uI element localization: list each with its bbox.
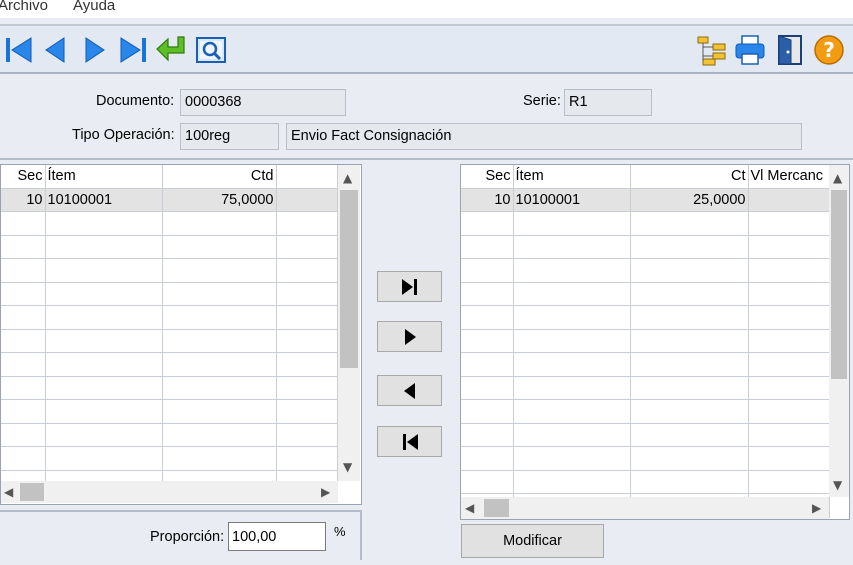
- table-row[interactable]: [461, 352, 830, 377]
- documento-label: Documento:: [96, 93, 175, 109]
- print-icon[interactable]: [733, 33, 767, 67]
- accept-icon[interactable]: [154, 33, 188, 67]
- proportion-label: Proporción:: [150, 529, 225, 545]
- cell-sec[interactable]: 10: [1, 188, 46, 212]
- preview-icon[interactable]: [194, 33, 228, 67]
- serie-field[interactable]: R1: [564, 89, 652, 116]
- table-row[interactable]: [461, 399, 830, 424]
- tree-structure-icon[interactable]: [695, 33, 729, 67]
- right-horizontal-scroll-thumb[interactable]: [484, 499, 509, 517]
- cell-ctd[interactable]: 25,0000: [630, 188, 749, 212]
- previous-record-icon[interactable]: [38, 33, 72, 67]
- cell-item[interactable]: 10100001: [45, 188, 163, 212]
- table-row[interactable]: [1, 235, 338, 259]
- first-record-icon[interactable]: [2, 33, 36, 67]
- scroll-down-icon[interactable]: ▼: [833, 479, 842, 491]
- help-icon[interactable]: ?: [812, 33, 846, 67]
- right-grid-horizontal-scrollbar[interactable]: ◀ ▶: [461, 497, 829, 519]
- col-header-extra[interactable]: [276, 165, 338, 189]
- right-vertical-scroll-thumb[interactable]: [831, 190, 847, 379]
- serie-label: Serie:: [523, 93, 561, 109]
- col-header-ctd[interactable]: Ct: [630, 165, 749, 189]
- move-right-icon: [405, 329, 416, 345]
- table-row[interactable]: [1, 423, 338, 447]
- table-row[interactable]: [461, 305, 830, 330]
- table-row[interactable]: [461, 446, 830, 471]
- menu-archivo[interactable]: Archivo: [0, 0, 48, 14]
- table-row[interactable]: [1, 258, 338, 283]
- scroll-up-icon[interactable]: ▲: [343, 172, 352, 184]
- scroll-right-icon[interactable]: ▶: [812, 502, 821, 514]
- exit-door-icon[interactable]: [773, 33, 807, 67]
- right-items-grid[interactable]: Sec Ítem Ct Vl Mercanc 10 10100001 25,00…: [460, 164, 850, 520]
- move-all-left-button[interactable]: [377, 426, 442, 457]
- scroll-up-icon[interactable]: ▲: [833, 172, 842, 184]
- col-header-sec[interactable]: Sec: [461, 165, 514, 189]
- cell-vl-mercancia[interactable]: [748, 188, 830, 212]
- menu-bar: Archivo Ayuda: [0, 0, 853, 18]
- table-row[interactable]: [1, 399, 338, 424]
- move-right-button[interactable]: [377, 321, 442, 352]
- menu-ayuda[interactable]: Ayuda: [73, 0, 115, 14]
- table-row[interactable]: [461, 258, 830, 283]
- col-header-sec[interactable]: Sec: [1, 165, 46, 189]
- right-grid-header: Sec Ítem Ct Vl Mercanc: [461, 165, 830, 189]
- tipo-operacion-desc-field[interactable]: Envio Fact Consignación: [286, 123, 802, 150]
- scroll-left-icon[interactable]: ◀: [4, 486, 13, 498]
- move-all-right-button[interactable]: [377, 271, 442, 302]
- table-row[interactable]: [461, 211, 830, 236]
- left-items-grid[interactable]: Sec Ítem Ctd 10 10100001 75,0000 ▲ ▼ ◀ ▶: [0, 164, 362, 505]
- cell-extra[interactable]: [276, 188, 338, 212]
- scroll-right-icon[interactable]: ▶: [321, 486, 330, 498]
- svg-text:?: ?: [823, 38, 835, 62]
- scroll-left-icon[interactable]: ◀: [465, 502, 474, 514]
- table-row[interactable]: [1, 305, 338, 330]
- col-header-item[interactable]: Ítem: [513, 165, 631, 189]
- table-row[interactable]: [1, 352, 338, 377]
- table-row[interactable]: [1, 376, 338, 400]
- right-grid-vertical-scrollbar[interactable]: ▲ ▼: [829, 165, 849, 497]
- col-header-item[interactable]: Ítem: [45, 165, 163, 189]
- left-vertical-scroll-thumb[interactable]: [340, 190, 358, 368]
- cell-ctd[interactable]: 75,0000: [162, 188, 277, 212]
- col-header-ctd[interactable]: Ctd: [162, 165, 277, 189]
- table-row[interactable]: [461, 282, 830, 306]
- col-header-vl-mercancia[interactable]: Vl Mercanc: [748, 165, 830, 189]
- move-all-left-icon: [403, 434, 418, 450]
- left-grid-vertical-scrollbar[interactable]: ▲ ▼: [338, 165, 360, 481]
- cell-item[interactable]: 10100001: [513, 188, 631, 212]
- table-row[interactable]: [1, 446, 338, 471]
- tipo-operacion-label: Tipo Operación:: [72, 127, 175, 143]
- documento-field[interactable]: 0000368: [180, 89, 346, 116]
- proportion-panel: Proporción: %: [0, 510, 362, 560]
- right-grid-table: Sec Ítem Ct Vl Mercanc 10 10100001 25,00…: [461, 165, 830, 518]
- proportion-input[interactable]: [228, 522, 326, 551]
- scroll-down-icon[interactable]: ▼: [343, 461, 352, 473]
- toolbar: ?: [0, 24, 853, 74]
- table-row[interactable]: 10 10100001 75,0000: [1, 188, 338, 212]
- tipo-operacion-code-field[interactable]: 100reg: [180, 123, 279, 150]
- next-record-icon[interactable]: [78, 33, 112, 67]
- last-record-icon[interactable]: [116, 33, 150, 67]
- move-all-right-icon: [402, 279, 417, 295]
- modificar-button[interactable]: Modificar: [461, 524, 604, 558]
- cell-sec[interactable]: 10: [461, 188, 514, 212]
- table-row[interactable]: [461, 235, 830, 259]
- percent-sign: %: [334, 524, 346, 539]
- left-grid-header: Sec Ítem Ctd: [1, 165, 338, 189]
- table-row[interactable]: [461, 423, 830, 447]
- table-row[interactable]: [461, 470, 830, 494]
- table-row[interactable]: [1, 211, 338, 236]
- left-horizontal-scroll-thumb[interactable]: [20, 483, 44, 501]
- table-row[interactable]: [1, 329, 338, 353]
- document-header: Documento: 0000368 Serie: R1 Tipo Operac…: [0, 78, 853, 160]
- table-row[interactable]: [1, 282, 338, 306]
- table-row[interactable]: [461, 329, 830, 353]
- left-grid-horizontal-scrollbar[interactable]: ◀ ▶: [1, 481, 338, 503]
- table-row[interactable]: [461, 376, 830, 400]
- move-left-button[interactable]: [377, 375, 442, 406]
- move-left-icon: [404, 383, 415, 399]
- left-grid-table: Sec Ítem Ctd 10 10100001 75,0000: [1, 165, 338, 494]
- table-row[interactable]: 10 10100001 25,0000: [461, 188, 830, 212]
